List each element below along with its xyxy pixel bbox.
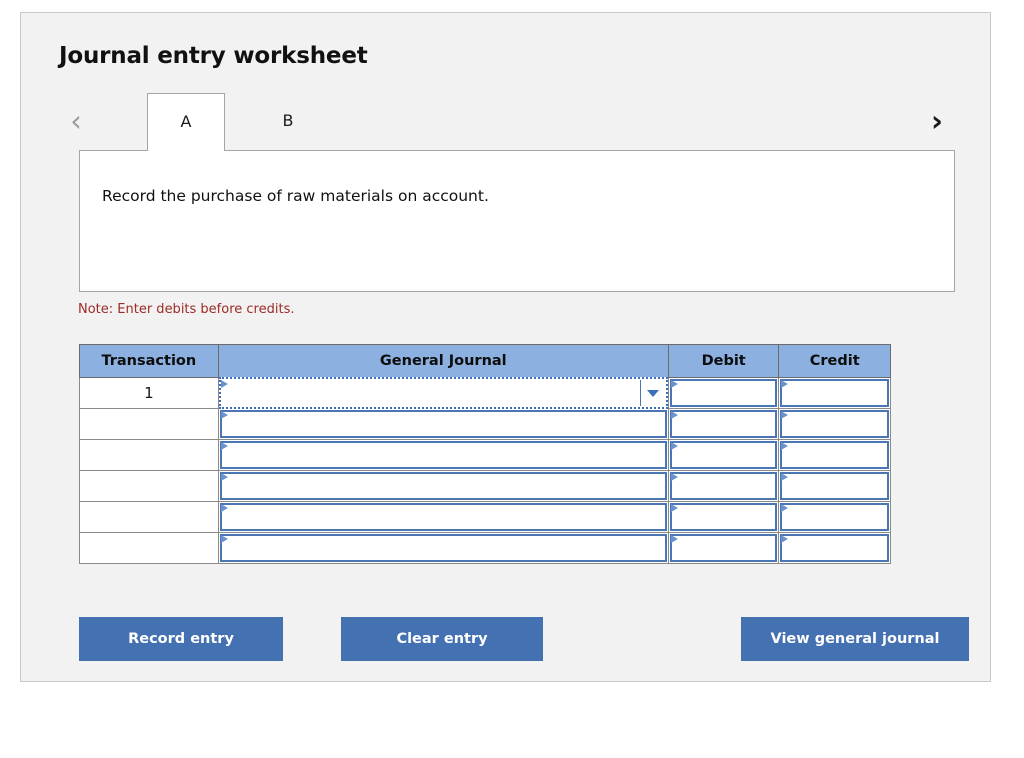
credit-input[interactable] (780, 379, 889, 407)
cell-marker-icon (220, 380, 228, 388)
debit-input[interactable] (669, 534, 778, 562)
cell-marker-icon (670, 535, 678, 543)
record-entry-button[interactable]: Record entry (79, 617, 283, 661)
debit-input[interactable] (669, 503, 778, 531)
cell-marker-icon (781, 442, 789, 450)
debit-cell (667, 377, 780, 409)
credit-cell (778, 532, 891, 564)
table-row (79, 532, 891, 564)
column-header-general-journal: General Journal (217, 344, 669, 378)
credit-input[interactable] (780, 503, 889, 531)
cell-marker-icon (781, 473, 789, 481)
tab-strip: ‹ A B › (59, 93, 954, 151)
journal-table-body: 1 (79, 377, 891, 564)
table-row (79, 501, 891, 533)
page-title: Journal entry worksheet (59, 43, 368, 69)
cell-marker-icon (670, 473, 678, 481)
credit-cell (778, 377, 891, 409)
table-row (79, 470, 891, 502)
view-general-journal-button[interactable]: View general journal (741, 617, 969, 661)
credit-cell (778, 408, 891, 440)
debit-cell (667, 470, 780, 502)
cell-marker-icon (220, 504, 228, 512)
credit-cell (778, 439, 891, 471)
table-row (79, 439, 891, 471)
cell-marker-icon (781, 504, 789, 512)
cell-marker-icon (670, 504, 678, 512)
cell-marker-icon (220, 442, 228, 450)
general-journal-cell (217, 377, 669, 409)
transaction-cell (79, 532, 219, 564)
chevron-down-icon[interactable] (639, 380, 666, 406)
credit-input[interactable] (780, 472, 889, 500)
transaction-cell (79, 439, 219, 471)
cell-marker-icon (670, 411, 678, 419)
credit-input[interactable] (780, 534, 889, 562)
transaction-cell (79, 470, 219, 502)
cell-marker-icon (220, 473, 228, 481)
transaction-cell (79, 501, 219, 533)
general-journal-cell (217, 408, 669, 440)
table-row (79, 408, 891, 440)
credit-input[interactable] (780, 410, 889, 438)
column-header-transaction: Transaction (79, 344, 219, 378)
debit-cell (667, 439, 780, 471)
debit-cell (667, 408, 780, 440)
table-row: 1 (79, 377, 891, 409)
general-journal-input[interactable] (218, 377, 668, 409)
cell-marker-icon (670, 380, 678, 388)
credit-input[interactable] (780, 441, 889, 469)
note-text: Note: Enter debits before credits. (78, 302, 295, 317)
column-header-credit: Credit (778, 344, 891, 378)
chevron-right-icon[interactable]: › (920, 101, 954, 141)
description-box: Record the purchase of raw materials on … (79, 150, 955, 292)
debit-cell (667, 532, 780, 564)
general-journal-input[interactable] (219, 410, 667, 438)
general-journal-input[interactable] (219, 441, 667, 469)
description-text: Record the purchase of raw materials on … (102, 187, 489, 205)
journal-table: Transaction General Journal Debit Credit… (79, 344, 891, 564)
column-header-debit: Debit (667, 344, 780, 378)
cell-marker-icon (670, 442, 678, 450)
debit-input[interactable] (669, 410, 778, 438)
debit-input[interactable] (669, 472, 778, 500)
chevron-left-icon[interactable]: ‹ (59, 101, 93, 141)
cell-marker-icon (220, 535, 228, 543)
cell-marker-icon (781, 411, 789, 419)
general-journal-cell (217, 439, 669, 471)
general-journal-input[interactable] (219, 503, 667, 531)
debit-input[interactable] (669, 441, 778, 469)
tab-a[interactable]: A (147, 93, 225, 151)
cell-marker-icon (220, 411, 228, 419)
transaction-cell (79, 408, 219, 440)
general-journal-input[interactable] (219, 534, 667, 562)
debit-input[interactable] (669, 379, 778, 407)
general-journal-cell (217, 470, 669, 502)
journal-entry-worksheet-panel: Journal entry worksheet ‹ A B › Record t… (20, 12, 991, 682)
cell-marker-icon (781, 380, 789, 388)
debit-cell (667, 501, 780, 533)
transaction-cell: 1 (79, 377, 219, 409)
cell-marker-icon (781, 535, 789, 543)
general-journal-cell (217, 501, 669, 533)
tab-b[interactable]: B (249, 93, 327, 151)
general-journal-input[interactable] (219, 472, 667, 500)
credit-cell (778, 470, 891, 502)
credit-cell (778, 501, 891, 533)
table-header-row: Transaction General Journal Debit Credit (79, 344, 891, 378)
general-journal-cell (217, 532, 669, 564)
clear-entry-button[interactable]: Clear entry (341, 617, 543, 661)
